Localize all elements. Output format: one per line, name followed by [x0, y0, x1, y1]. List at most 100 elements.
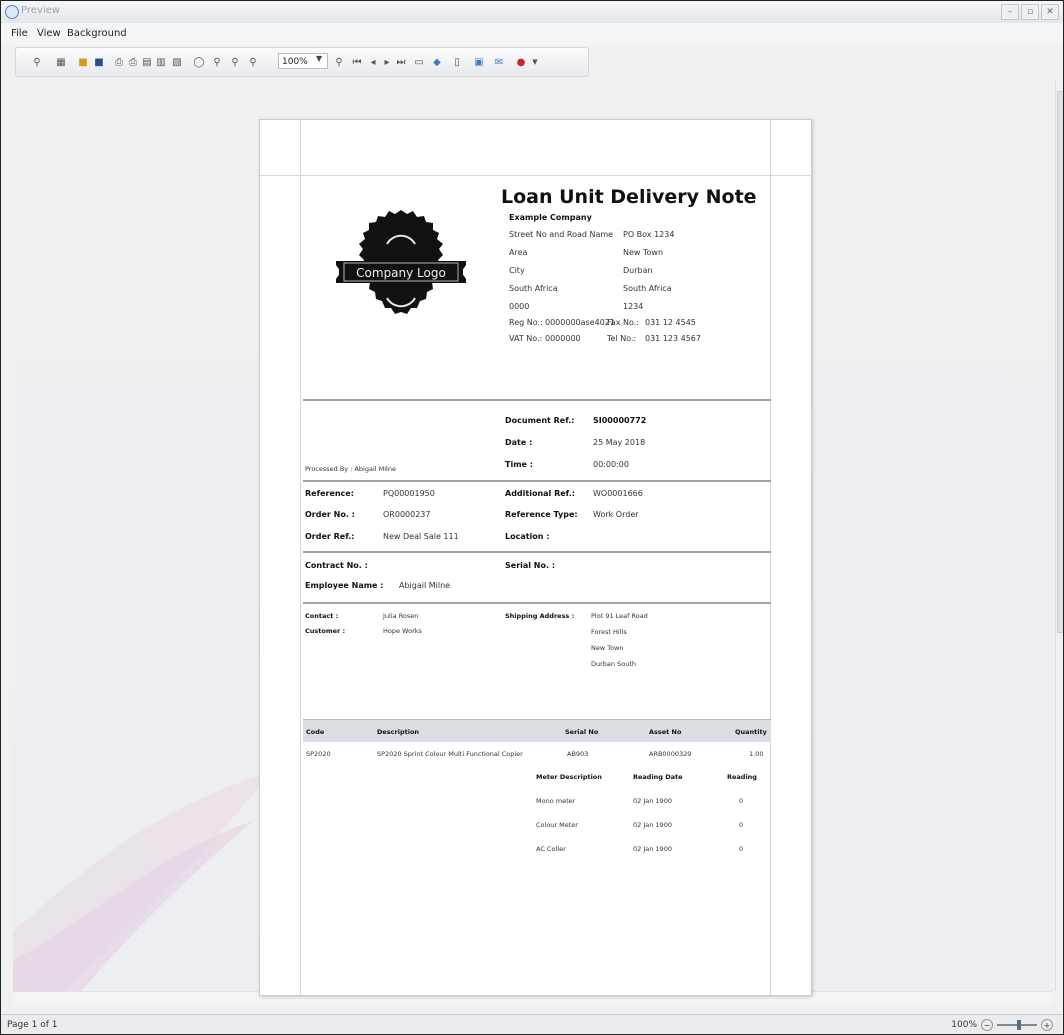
previous-page-icon[interactable]: ◂	[368, 55, 378, 69]
multiple-pages-icon[interactable]: ▭	[414, 55, 424, 69]
fax-label: Fax No.:	[607, 318, 640, 327]
meter-description: Colour Meter	[536, 821, 578, 829]
status-bar: Page 1 of 1 100% − +	[1, 1014, 1063, 1034]
first-page-icon[interactable]: ⏮	[352, 55, 362, 69]
save-icon[interactable]: ■	[94, 55, 104, 69]
menu-file[interactable]: File	[11, 28, 28, 39]
last-page-icon[interactable]: ⏭	[396, 55, 406, 69]
zoom-slider[interactable]	[997, 1020, 1037, 1030]
scroll-thumb[interactable]	[1057, 91, 1063, 633]
page-setup-icon[interactable]: ▤	[142, 55, 152, 69]
maximize-button[interactable]: ▫	[1021, 4, 1039, 20]
company-logo: Company Logo	[336, 210, 466, 314]
menu-background[interactable]: Background	[67, 28, 127, 39]
exit-icon[interactable]: ●	[516, 55, 526, 69]
print-icon[interactable]: ⎙	[114, 55, 124, 69]
next-page-icon[interactable]: ▸	[382, 55, 392, 69]
item-code: SP2020	[306, 750, 331, 758]
address-line: 0000	[509, 302, 530, 311]
fill-background-icon[interactable]: ◆	[432, 55, 442, 69]
order-no-value: OR0000237	[383, 510, 431, 519]
zoom-percent: 100%	[951, 1020, 977, 1030]
processed-by: Processed By : Abigail Milne	[305, 465, 396, 473]
app-icon	[5, 5, 19, 19]
vat-value: 0000000	[545, 334, 581, 343]
meter-description: AC Coller	[536, 845, 566, 853]
magnifier-icon[interactable]: ⚲	[212, 55, 222, 69]
chevron-down-icon[interactable]: ▼	[530, 55, 540, 69]
meter-reading: 0	[739, 845, 744, 853]
reference-type-value: Work Order	[593, 510, 639, 519]
open-icon[interactable]: ■	[78, 55, 88, 69]
address-line: South Africa	[509, 284, 558, 293]
zoom-minus-button[interactable]: −	[981, 1019, 993, 1031]
vertical-scrollbar[interactable]	[1055, 81, 1063, 991]
meter-reading-date: 02 Jan 1900	[633, 845, 672, 853]
item-description: SP2020 Sprint Colour Multi Functional Co…	[377, 750, 523, 758]
section-divider	[303, 551, 771, 553]
chevron-down-icon[interactable]: ▼	[316, 54, 322, 63]
zoom-slider-knob[interactable]	[1017, 1020, 1021, 1030]
contact-value: Julia Rosen	[383, 612, 419, 620]
document-page: Company Logo Loan Unit Delivery Note Exa…	[259, 119, 812, 996]
page-indicator: Page 1 of 1	[7, 1020, 58, 1030]
zoom-out-icon[interactable]: ⚲	[230, 55, 240, 69]
customer-label: Customer :	[305, 627, 346, 635]
order-ref-label: Order Ref.:	[305, 532, 355, 541]
zoom-in-plus-icon[interactable]: ⚲	[334, 55, 344, 69]
meter-reading: 0	[739, 821, 744, 829]
export-icon[interactable]: ▣	[474, 55, 484, 69]
address-line: Area	[509, 248, 528, 257]
close-button[interactable]: ✕	[1041, 4, 1059, 20]
item-asset: ARB0000329	[649, 750, 692, 758]
logo-text: Company Logo	[356, 266, 446, 280]
scale-icon[interactable]: ▥	[156, 55, 166, 69]
contact-label: Contact :	[305, 612, 339, 620]
menu-bar: File View Background	[1, 23, 1063, 45]
reference-label: Reference:	[305, 489, 354, 498]
company-name: Example Company	[509, 213, 592, 222]
time-value: 00:00:00	[593, 460, 629, 469]
col-serial-no: Serial No	[565, 728, 599, 736]
time-label: Time :	[505, 460, 533, 469]
date-label: Date :	[505, 438, 533, 447]
postal-line: New Town	[623, 248, 664, 257]
window-title: Preview	[21, 5, 60, 16]
date-value: 25 May 2018	[593, 438, 646, 447]
additional-ref-label: Additional Ref.:	[505, 489, 575, 498]
order-ref-value: New Deal Sale 111	[383, 532, 459, 541]
section-divider	[303, 602, 771, 604]
reference-type-label: Reference Type:	[505, 510, 578, 519]
find-icon[interactable]: ⚲	[32, 55, 42, 69]
col-quantity: Quantity	[735, 728, 767, 736]
shipping-address-line: Plot 91 Leaf Road	[591, 612, 648, 620]
header-footer-icon[interactable]: ▧	[172, 55, 182, 69]
hand-tool-icon[interactable]: ◯	[193, 55, 204, 69]
order-no-label: Order No. :	[305, 510, 355, 519]
doc-ref-label: Document Ref.:	[505, 416, 575, 425]
vat-label: VAT No.:	[509, 334, 543, 343]
meter-reading-date: 02 Jan 1900	[633, 797, 672, 805]
address-line: Street No and Road Name	[509, 230, 614, 239]
reference-value: PQ00001950	[383, 489, 435, 498]
section-divider	[303, 480, 771, 482]
zoom-in-icon[interactable]: ⚲	[248, 55, 258, 69]
toolbar: ⚲ ▦ ■ ■ ⎙ ⎙ ▤ ▥ ▧ ◯ ⚲ ⚲ ⚲ 100% ▼ ⚲ ⏮ ◂ ▸…	[15, 47, 589, 77]
thumbnails-icon[interactable]: ▦	[56, 55, 66, 69]
menu-view[interactable]: View	[37, 28, 61, 39]
tel-value: 031 123 4567	[645, 334, 701, 343]
shipping-address-line: Durban South	[591, 660, 636, 668]
location-label: Location :	[505, 532, 550, 541]
col-asset-no: Asset No	[649, 728, 682, 736]
meter-description: Mono meter	[536, 797, 576, 805]
fax-value: 031 12 4545	[645, 318, 696, 327]
col-code: Code	[306, 728, 325, 736]
send-icon[interactable]: ✉	[494, 55, 504, 69]
quick-print-icon[interactable]: ⎙	[128, 55, 138, 69]
zoom-plus-button[interactable]: +	[1041, 1019, 1053, 1031]
postal-line: 1234	[623, 302, 644, 311]
item-quantity: 1.00	[749, 750, 764, 758]
shipping-address-line: Forest Hills	[591, 628, 627, 636]
watermark-icon[interactable]: ▯	[452, 55, 462, 69]
minimize-button[interactable]: –	[1001, 4, 1019, 20]
